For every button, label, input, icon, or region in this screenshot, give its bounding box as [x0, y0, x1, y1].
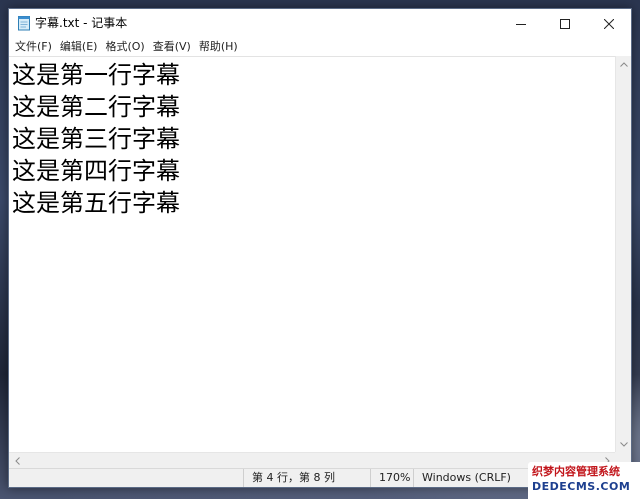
minimize-button[interactable]: [499, 9, 543, 37]
watermark: 织梦内容管理系统 DEDECMS.COM: [528, 462, 640, 499]
scroll-down-button[interactable]: [616, 436, 631, 452]
text-line: 这是第一行字幕: [12, 61, 180, 89]
menu-edit[interactable]: 编辑(E): [56, 37, 102, 56]
text-editor[interactable]: 这是第一行字幕 这是第二行字幕 这是第三行字幕 这是第四行字幕 这是第五行字幕: [9, 56, 615, 453]
scroll-up-button[interactable]: [616, 56, 631, 72]
horizontal-scrollbar[interactable]: [9, 452, 615, 468]
watermark-title: 织梦内容管理系统: [532, 465, 620, 478]
chevron-left-icon: [14, 456, 20, 465]
menu-view[interactable]: 查看(V): [149, 37, 195, 56]
notepad-window: 字幕.txt - 记事本 文件(F) 编辑(E) 格式(O) 查看(V) 帮助(…: [8, 8, 632, 488]
cursor-position: 第 4 行，第 8 列: [243, 469, 370, 487]
zoom-level: 170%: [370, 469, 413, 487]
title-bar[interactable]: 字幕.txt - 记事本: [9, 9, 631, 37]
menu-file[interactable]: 文件(F): [11, 37, 56, 56]
text-line: 这是第五行字幕: [12, 189, 180, 217]
line-ending: Windows (CRLF): [413, 469, 528, 487]
minimize-icon: [516, 14, 526, 33]
text-line: 这是第二行字幕: [12, 93, 180, 121]
maximize-icon: [560, 14, 570, 33]
menu-help[interactable]: 帮助(H): [195, 37, 242, 56]
menu-format[interactable]: 格式(O): [101, 37, 148, 56]
chevron-down-icon: [619, 441, 628, 447]
chevron-up-icon: [619, 61, 628, 67]
window-title: 字幕.txt - 记事本: [35, 16, 128, 30]
text-line: 这是第四行字幕: [12, 157, 180, 185]
notepad-icon: [17, 15, 31, 31]
menu-bar: 文件(F) 编辑(E) 格式(O) 查看(V) 帮助(H): [9, 37, 631, 56]
vertical-scrollbar[interactable]: [615, 56, 631, 452]
watermark-url: DEDECMS.COM: [532, 480, 631, 493]
close-button[interactable]: [587, 9, 631, 37]
close-icon: [603, 14, 615, 33]
scroll-left-button[interactable]: [9, 453, 25, 468]
text-line: 这是第三行字幕: [12, 125, 180, 153]
maximize-button[interactable]: [543, 9, 587, 37]
